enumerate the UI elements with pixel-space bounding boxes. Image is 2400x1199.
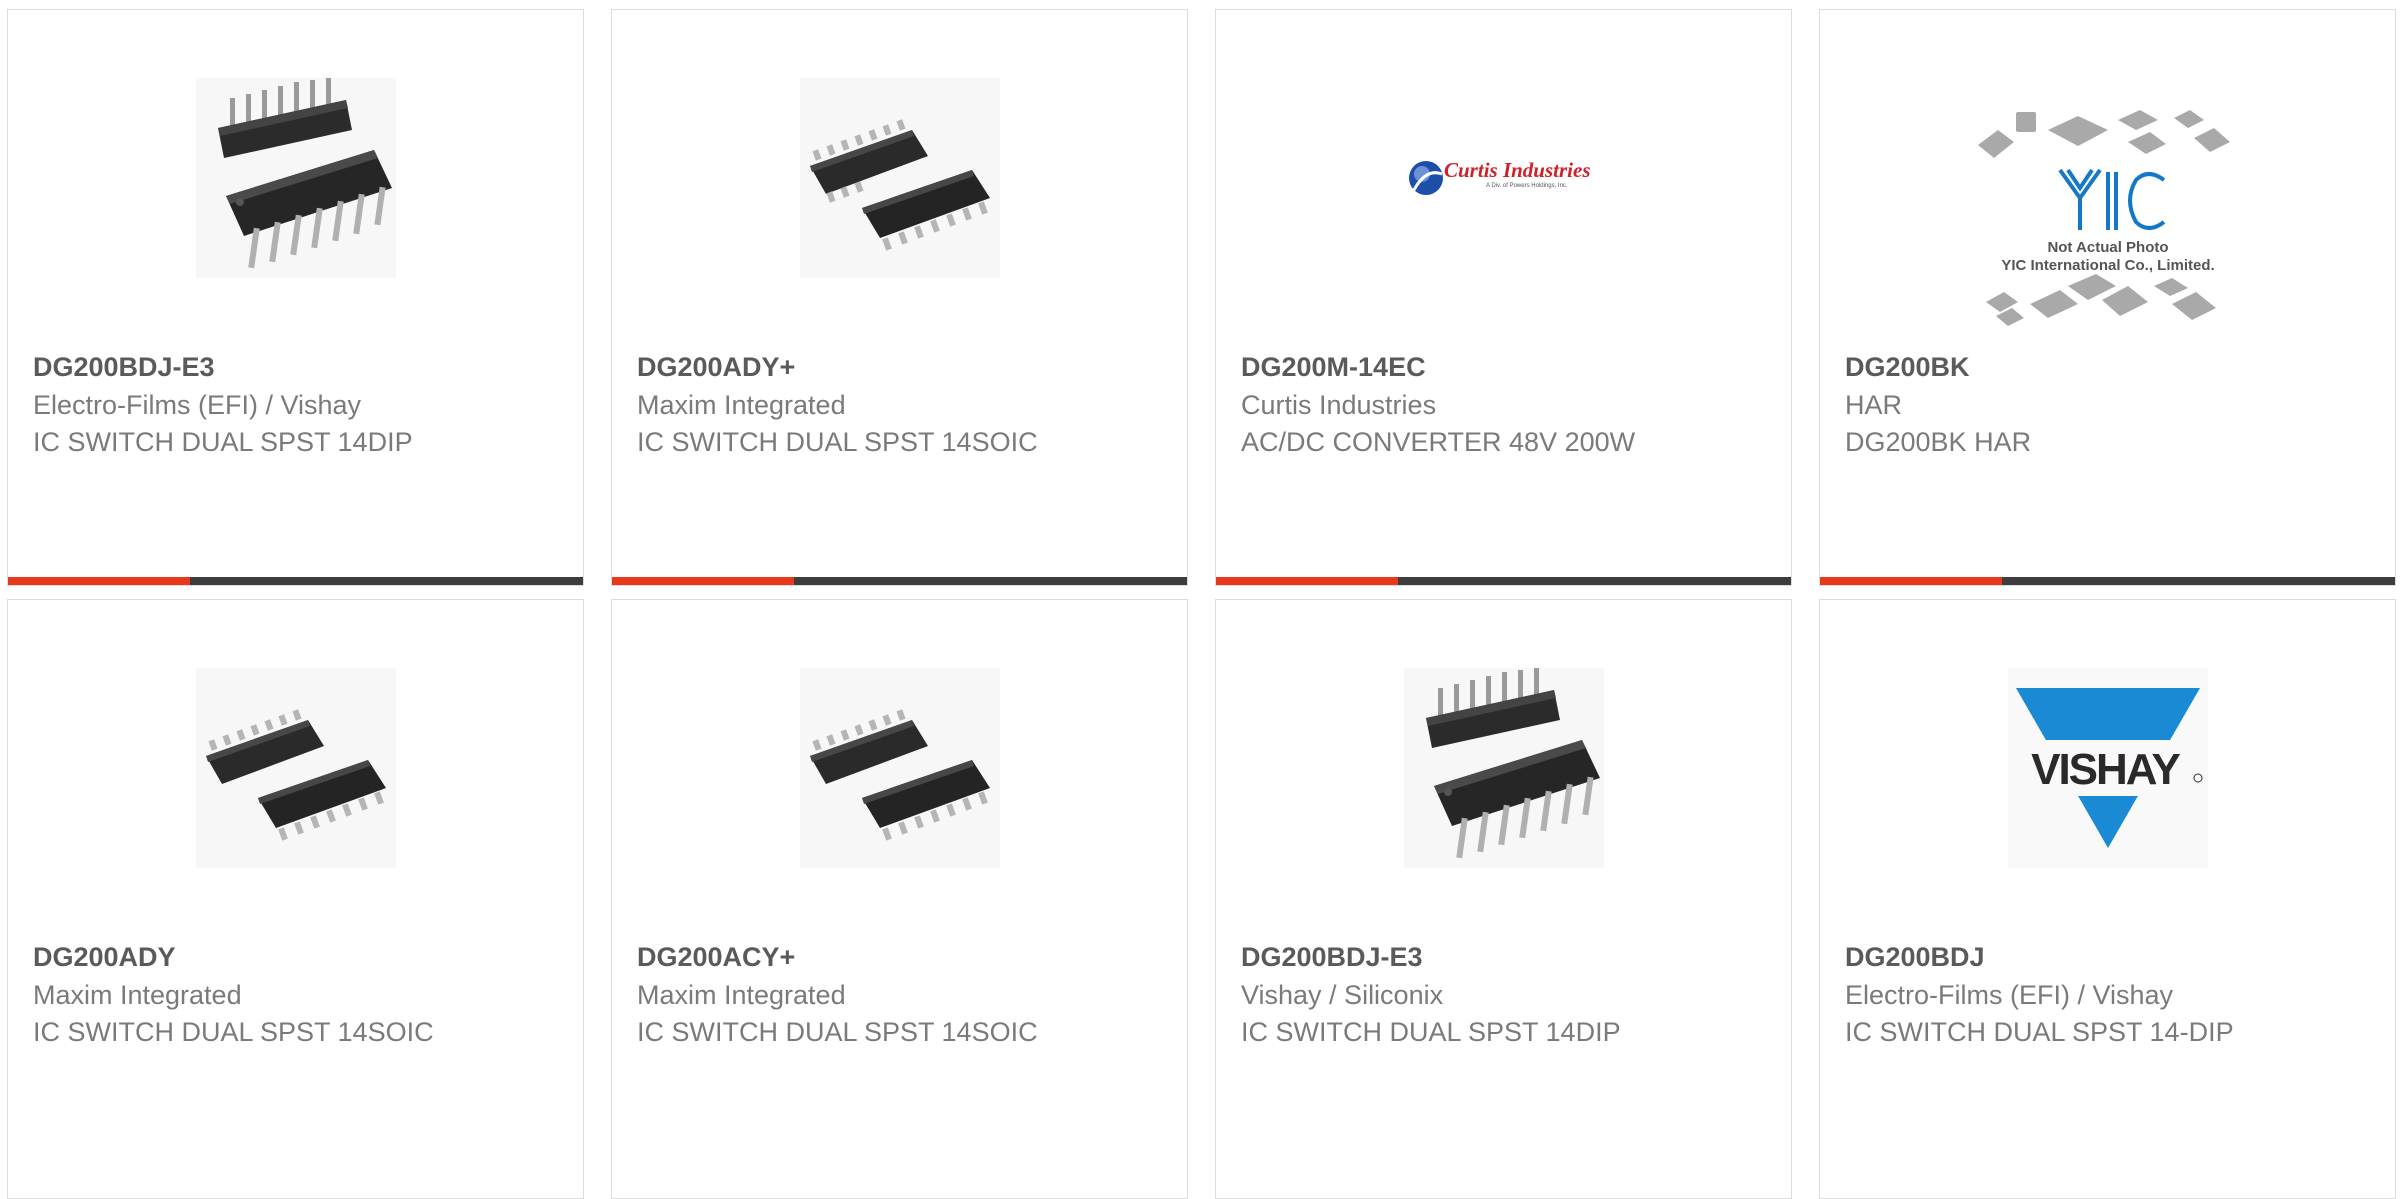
accent-segment	[612, 577, 794, 585]
soic14-chip-icon	[196, 668, 396, 868]
description: AC/DC CONVERTER 48V 200W	[1241, 427, 1636, 457]
product-card[interactable]: VISHAY DG200BDJ Electro-Films (EFI) / Vi…	[1819, 599, 2396, 1199]
card-accent-bar	[1820, 577, 2395, 585]
product-image[interactable]	[196, 78, 396, 278]
description: IC SWITCH DUAL SPST 14DIP	[33, 427, 413, 457]
manufacturer: HAR	[1845, 390, 1903, 420]
part-number[interactable]: DG200BDJ	[1845, 942, 1985, 973]
product-card[interactable]: DG200BDJ-E3 Vishay / Siliconix IC SWITCH…	[1215, 599, 1792, 1199]
dip14-chip-icon	[196, 78, 396, 278]
part-number[interactable]: DG200M-14EC	[1241, 352, 1426, 383]
product-image[interactable]	[196, 668, 396, 868]
manufacturer: Vishay / Siliconix	[1241, 980, 1444, 1010]
product-card[interactable]: Curtis Industries A Div. of Powers Holdi…	[1215, 9, 1792, 586]
part-number[interactable]: DG200ACY+	[637, 942, 795, 973]
description: DG200BK HAR	[1845, 427, 2032, 457]
product-grid: DG200BDJ-E3 Electro-Films (EFI) / Vishay…	[0, 0, 2400, 1199]
vishay-logo-text: VISHAY	[2031, 745, 2180, 794]
product-image[interactable]	[800, 78, 1000, 278]
soic14-chip-icon	[800, 78, 1000, 278]
yic-placeholder-image: Not Actual Photo YIC International Co., …	[1978, 110, 2230, 326]
manufacturer: Maxim Integrated	[33, 980, 242, 1010]
product-image[interactable]: VISHAY	[2008, 668, 2208, 868]
manufacturer: Maxim Integrated	[637, 390, 846, 420]
description: IC SWITCH DUAL SPST 14SOIC	[637, 427, 1038, 457]
product-card[interactable]: DG200ACY+ Maxim Integrated IC SWITCH DUA…	[611, 599, 1188, 1199]
curtis-logo-subtext: A Div. of Powers Holdings, Inc.	[1486, 183, 1568, 189]
accent-segment	[1216, 577, 1398, 585]
description: IC SWITCH DUAL SPST 14SOIC	[33, 1017, 434, 1047]
card-accent-bar	[8, 577, 583, 585]
product-card[interactable]: DG200BDJ-E3 Electro-Films (EFI) / Vishay…	[7, 9, 584, 586]
description: IC SWITCH DUAL SPST 14DIP	[1241, 1017, 1621, 1047]
description: IC SWITCH DUAL SPST 14-DIP	[1845, 1017, 2234, 1047]
curtis-logo: Curtis Industries A Div. of Powers Holdi…	[1409, 158, 1591, 195]
yic-placeholder-line1: Not Actual Photo	[2047, 239, 2168, 256]
product-image[interactable]: Curtis Industries A Div. of Powers Holdi…	[1404, 78, 1604, 278]
product-card[interactable]: Not Actual Photo YIC International Co., …	[1819, 9, 2396, 586]
card-accent-bar	[1216, 577, 1791, 585]
manufacturer: Electro-Films (EFI) / Vishay	[33, 390, 362, 420]
yic-placeholder-line2: YIC International Co., Limited.	[2001, 257, 2214, 274]
part-number[interactable]: DG200BDJ-E3	[1241, 942, 1423, 973]
accent-segment	[1820, 577, 2002, 585]
product-card[interactable]: DG200ADY+ Maxim Integrated IC SWITCH DUA…	[611, 9, 1188, 586]
part-number[interactable]: DG200BDJ-E3	[33, 352, 215, 383]
part-number[interactable]: DG200BK	[1845, 352, 1970, 383]
manufacturer: Electro-Films (EFI) / Vishay	[1845, 980, 2174, 1010]
manufacturer: Maxim Integrated	[637, 980, 846, 1010]
description: IC SWITCH DUAL SPST 14SOIC	[637, 1017, 1038, 1047]
product-image[interactable]	[800, 668, 1000, 868]
product-card[interactable]: DG200ADY Maxim Integrated IC SWITCH DUAL…	[7, 599, 584, 1199]
product-image[interactable]: Not Actual Photo YIC International Co., …	[1968, 90, 2248, 350]
manufacturer: Curtis Industries	[1241, 390, 1437, 420]
part-number[interactable]: DG200ADY	[33, 942, 176, 973]
vishay-logo: VISHAY	[2008, 668, 2208, 868]
soic14-chip-icon	[800, 668, 1000, 868]
curtis-logo-text: Curtis Industries	[1444, 158, 1591, 182]
dip14-chip-icon	[1404, 668, 1604, 868]
part-number[interactable]: DG200ADY+	[637, 352, 795, 383]
accent-segment	[8, 577, 190, 585]
card-accent-bar	[612, 577, 1187, 585]
product-image[interactable]	[1404, 668, 1604, 868]
